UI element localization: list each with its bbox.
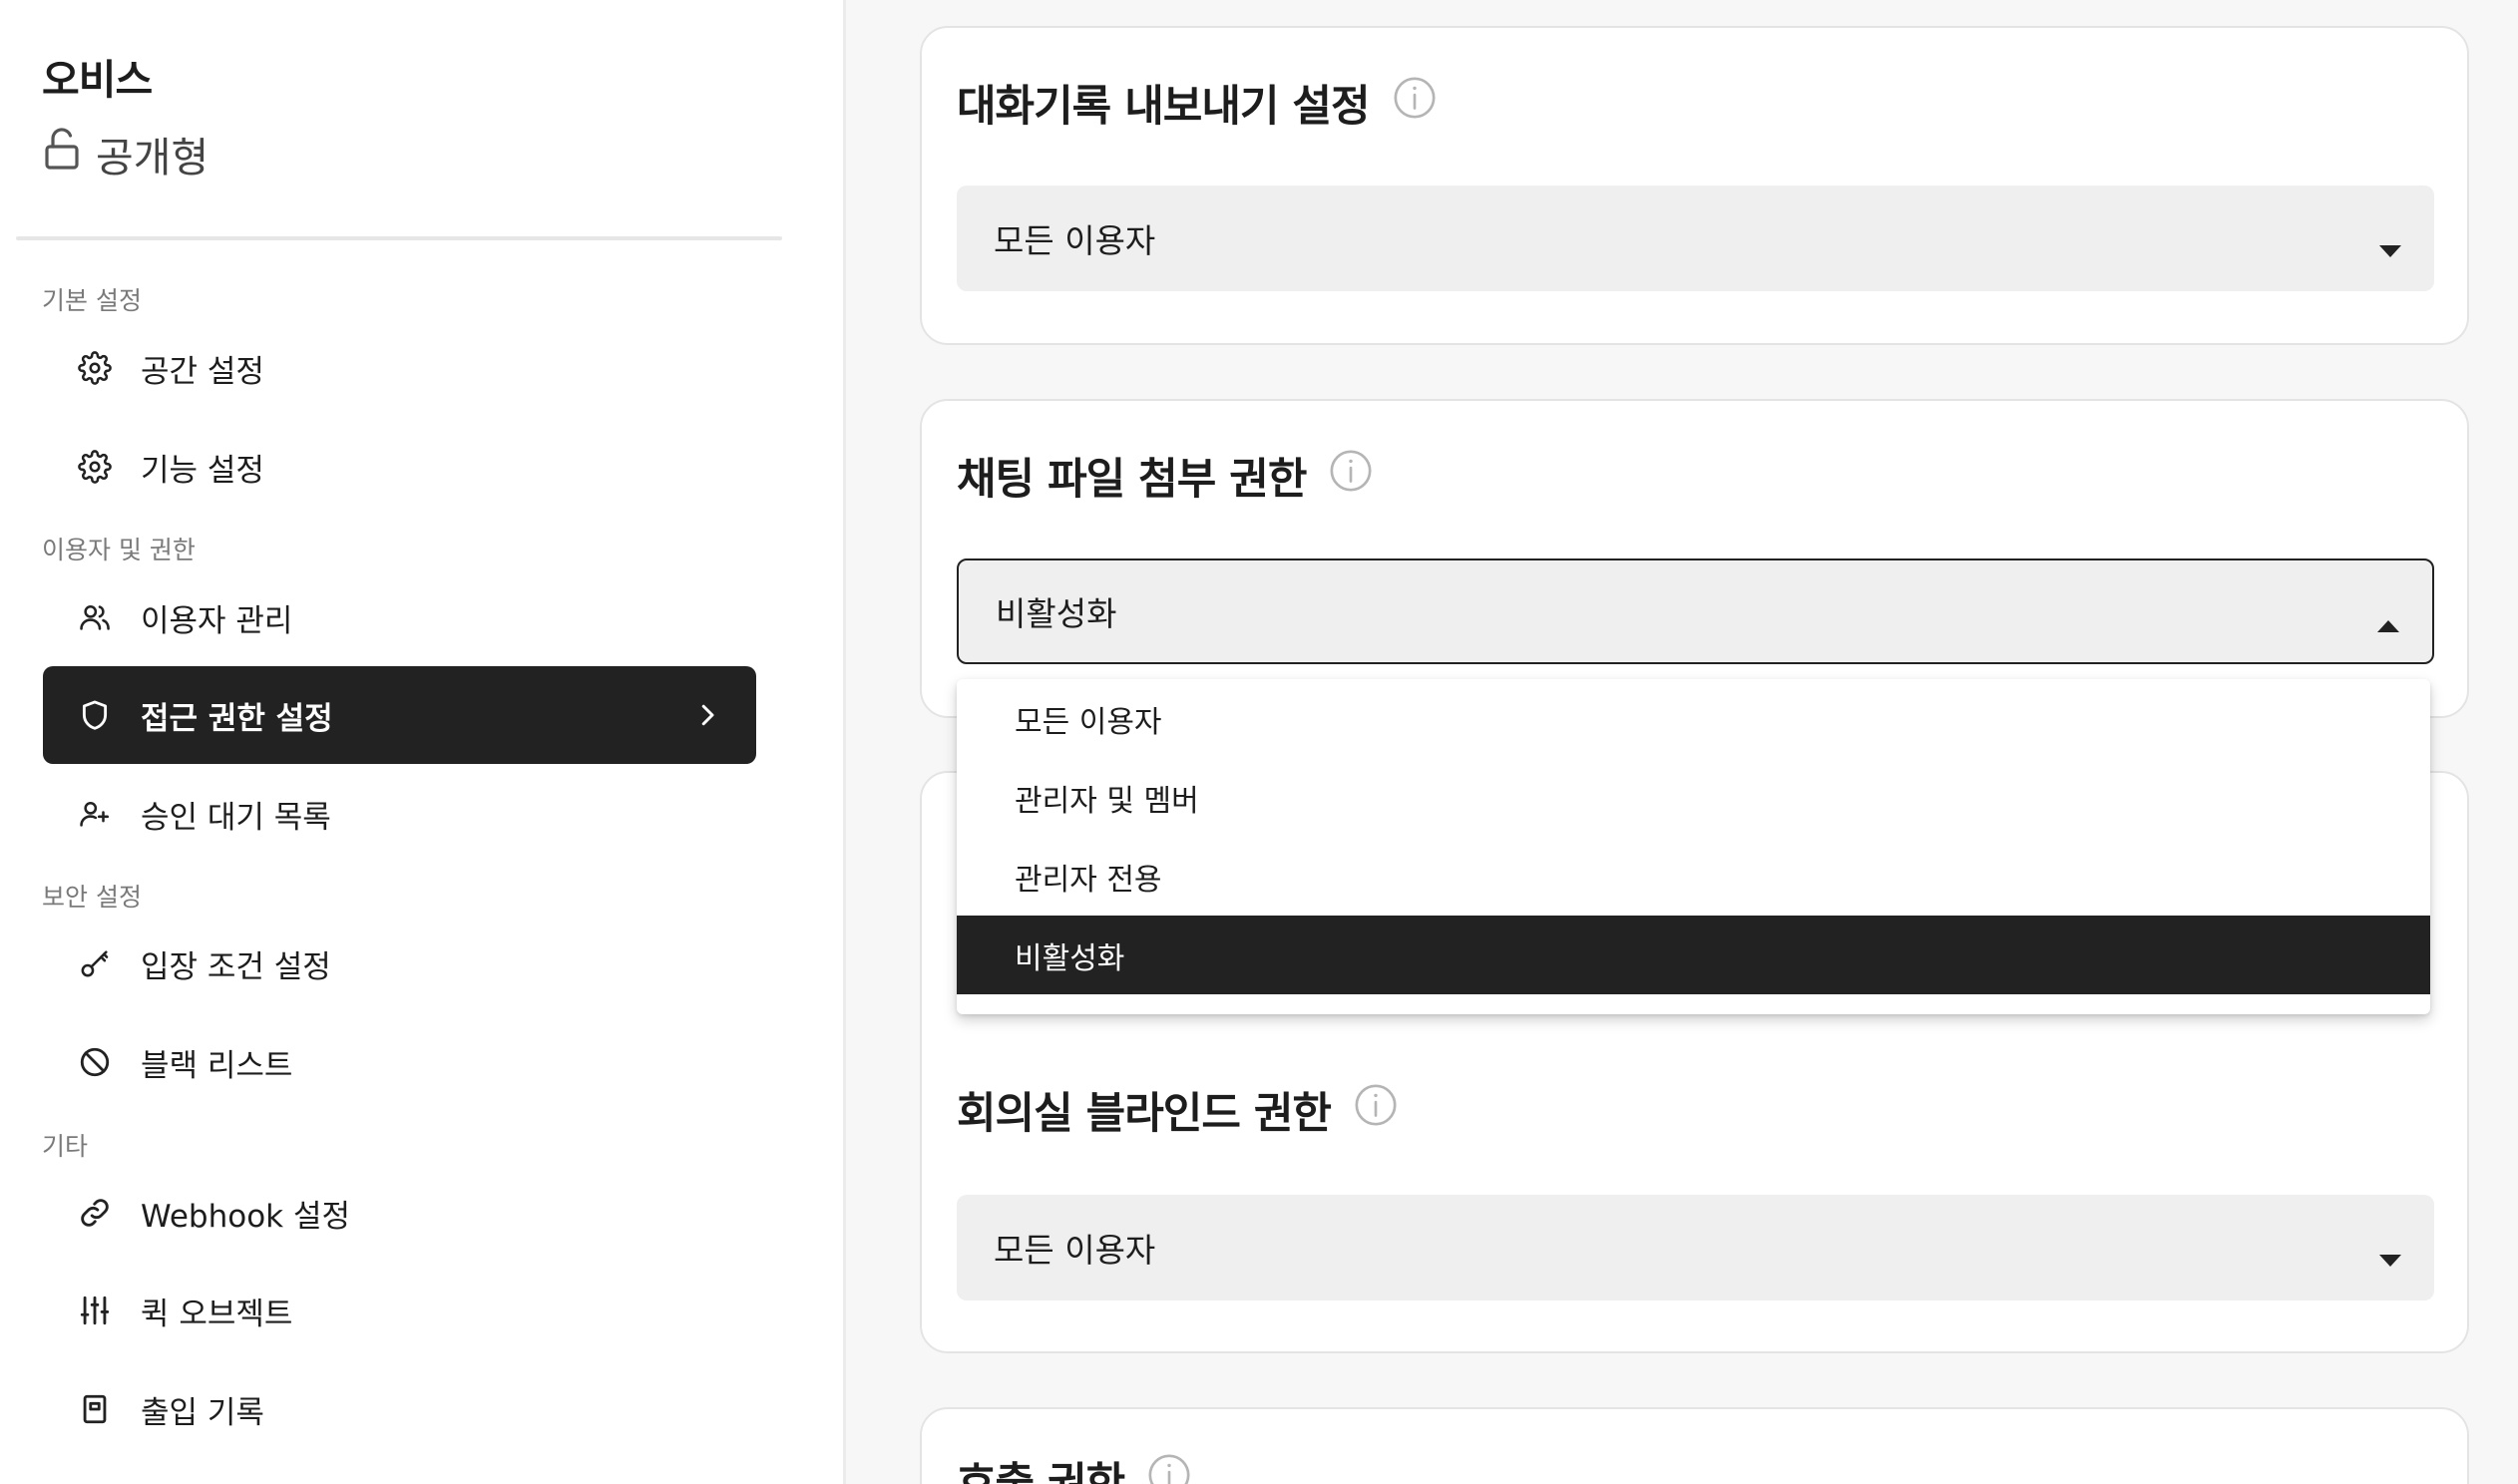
section-label-users: 이용자 및 권한	[42, 536, 196, 564]
sidebar-item-label: 퀵 오브젝트	[141, 1296, 293, 1332]
dropdown-option-admins-members[interactable]: 관리자 및 멤버	[957, 758, 2430, 837]
sidebar-item-access-settings[interactable]: 접근 권한 설정	[43, 666, 756, 764]
sidebar-item-access-log[interactable]: 출입 기록	[43, 1360, 756, 1458]
link-icon	[77, 1195, 113, 1231]
sidebar-item-space-settings[interactable]: 공간 설정	[43, 319, 756, 417]
card-title: 회의실 블라인드 권한	[957, 1079, 1399, 1141]
caret-up-icon	[2376, 603, 2400, 632]
card-title: 호출 권한	[957, 1449, 1192, 1484]
info-icon[interactable]	[1392, 75, 1438, 132]
dropdown-option-all-users[interactable]: 모든 이용자	[957, 679, 2430, 758]
ban-icon	[77, 1044, 113, 1080]
select-value: 비활성화	[996, 594, 1117, 633]
sidebar-item-label: 공간 설정	[141, 353, 264, 390]
sidebar-item-label: 승인 대기 목록	[141, 799, 331, 836]
sidebar-item-label: 접근 권한 설정	[141, 700, 333, 737]
sidebar-item-label: 기능 설정	[141, 452, 264, 489]
caret-down-icon	[2378, 1238, 2402, 1267]
card-title-text: 대화기록 내보내기 설정	[957, 82, 1371, 132]
card-chat-file-attach: 채팅 파일 첨부 권한 비활성화	[920, 399, 2469, 718]
sliders-icon	[77, 1293, 113, 1328]
select-value: 모든 이용자	[994, 1231, 1156, 1270]
chat-export-select[interactable]: 모든 이용자	[957, 186, 2434, 291]
section-label-security: 보안 설정	[42, 883, 142, 912]
select-value: 모든 이용자	[994, 221, 1156, 260]
section-label-etc: 기타	[42, 1132, 89, 1161]
info-icon[interactable]	[1328, 448, 1374, 505]
sidebar-item-quick-object[interactable]: 퀵 오브젝트	[43, 1262, 756, 1359]
meeting-blind-select[interactable]: 모든 이용자	[957, 1195, 2434, 1300]
sidebar-item-user-management[interactable]: 이용자 관리	[43, 568, 756, 666]
shield-icon	[77, 697, 113, 733]
app-root: 오비스 공개형 기본 설정 공간 설정 기능 설정 이용자 및 권한 이용자 관…	[0, 0, 2518, 1484]
sidebar-item-approval-queue[interactable]: 승인 대기 목록	[43, 765, 756, 863]
sidebar-divider	[16, 236, 782, 240]
space-type: 공개형	[42, 124, 209, 184]
chevron-right-icon	[692, 700, 722, 730]
card-title-text: 채팅 파일 첨부 권한	[957, 455, 1307, 505]
sidebar-item-entry-conditions[interactable]: 입장 조건 설정	[43, 915, 756, 1012]
space-type-label: 공개형	[96, 134, 210, 182]
info-icon[interactable]	[1146, 1452, 1192, 1484]
chat-file-attach-select[interactable]: 비활성화	[957, 558, 2434, 664]
gear-icon	[77, 350, 113, 386]
info-icon[interactable]	[1353, 1082, 1399, 1139]
card-title-text: 호출 권한	[957, 1459, 1125, 1484]
sidebar-item-label: 출입 기록	[141, 1394, 264, 1431]
card-title: 채팅 파일 첨부 권한	[957, 445, 1374, 507]
gear-icon	[77, 449, 113, 485]
sidebar: 오비스 공개형 기본 설정 공간 설정 기능 설정 이용자 및 권한 이용자 관…	[0, 0, 846, 1484]
sidebar-item-label: 입장 조건 설정	[141, 948, 331, 985]
card-call-permission: 호출 권한	[920, 1407, 2469, 1484]
card-title-text: 회의실 블라인드 권한	[957, 1089, 1332, 1139]
unlock-icon	[42, 127, 82, 181]
card-chat-export: 대화기록 내보내기 설정 모든 이용자	[920, 26, 2469, 345]
dropdown-option-disabled[interactable]: 비활성화	[957, 916, 2430, 994]
permission-dropdown-menu: 모든 이용자 관리자 및 멤버 관리자 전용 비활성화	[957, 679, 2430, 1014]
section-label-basic: 기본 설정	[42, 286, 142, 315]
sidebar-item-webhook[interactable]: Webhook 설정	[43, 1164, 756, 1262]
users-icon	[77, 599, 113, 635]
dropdown-option-admins-only[interactable]: 관리자 전용	[957, 837, 2430, 916]
sidebar-item-blacklist[interactable]: 블랙 리스트	[43, 1013, 756, 1111]
sidebar-item-feature-settings[interactable]: 기능 설정	[43, 418, 756, 516]
user-plus-icon	[77, 796, 113, 832]
caret-down-icon	[2378, 228, 2402, 257]
sidebar-item-label: Webhook 설정	[141, 1198, 351, 1235]
sidebar-item-label: 이용자 관리	[141, 602, 293, 639]
key-icon	[77, 945, 113, 981]
log-icon	[77, 1391, 113, 1427]
card-title: 대화기록 내보내기 설정	[957, 72, 1438, 134]
sidebar-item-label: 블랙 리스트	[141, 1047, 293, 1084]
space-name: 오비스	[42, 56, 153, 104]
